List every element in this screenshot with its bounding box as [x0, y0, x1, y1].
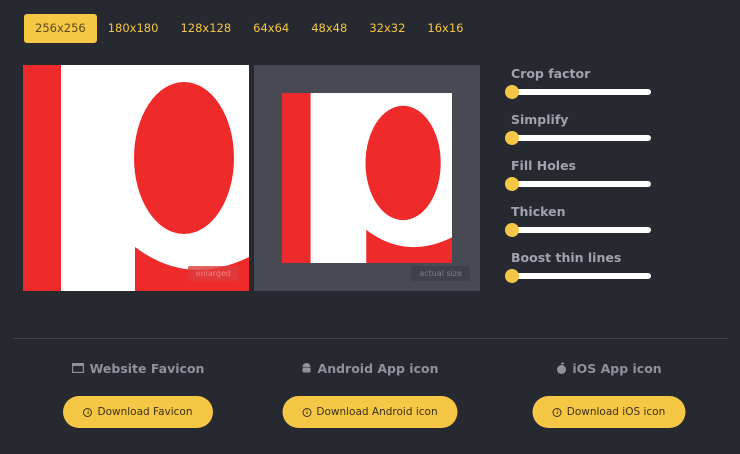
actual-size-label: actual size	[411, 266, 470, 281]
button-label: Download Favicon	[97, 406, 193, 418]
slider-label: Simplify	[511, 112, 569, 127]
slider-handle[interactable]	[505, 269, 519, 283]
download-icon: ↓	[83, 407, 93, 417]
button-label: Download Android icon	[316, 406, 438, 418]
slider-handle[interactable]	[505, 131, 519, 145]
download-android-button[interactable]: ↓ Download Android icon	[282, 396, 458, 428]
tab-48[interactable]: 48x48	[300, 14, 358, 43]
fill-holes-slider: Fill Holes	[505, 158, 651, 191]
download-icon: ↓	[302, 407, 312, 417]
browser-window-icon	[71, 363, 84, 373]
divider	[13, 338, 728, 339]
enlarged-preview: enlarged	[23, 65, 249, 291]
slider-label: Thicken	[511, 204, 566, 219]
section-title: iOS App icon	[572, 360, 662, 376]
tab-32[interactable]: 32x32	[358, 14, 416, 43]
tab-128[interactable]: 128x128	[169, 14, 242, 43]
favicon-section: Website Favicon ↓ Download Favicon	[63, 360, 213, 428]
actual-size-preview: actual size	[254, 65, 480, 291]
logo-image	[23, 65, 249, 291]
download-favicon-button[interactable]: ↓ Download Favicon	[63, 396, 213, 428]
tab-256[interactable]: 256x256	[24, 14, 97, 43]
download-ios-button[interactable]: ↓ Download iOS icon	[532, 396, 686, 428]
tab-64[interactable]: 64x64	[242, 14, 300, 43]
slider-label: Boost thin lines	[511, 250, 622, 265]
ios-section: iOS App icon ↓ Download iOS icon	[532, 360, 686, 428]
size-tabs: 256x256 180x180 128x128 64x64 48x48 32x3…	[24, 14, 474, 43]
android-section: Android App icon ↓ Download Android icon	[282, 360, 458, 428]
simplify-slider: Simplify	[505, 112, 651, 145]
boost-thin-lines-slider: Boost thin lines	[505, 250, 651, 283]
slider-track[interactable]	[505, 177, 651, 191]
slider-handle[interactable]	[505, 177, 519, 191]
tab-16[interactable]: 16x16	[416, 14, 474, 43]
thicken-slider: Thicken	[505, 204, 651, 237]
section-title: Website Favicon	[89, 360, 205, 376]
logo-image-small	[282, 93, 452, 263]
slider-track[interactable]	[505, 85, 651, 99]
enlarged-label: enlarged	[187, 266, 239, 281]
crop-factor-slider: Crop factor	[505, 66, 651, 99]
download-icon: ↓	[552, 407, 562, 417]
slider-handle[interactable]	[505, 223, 519, 237]
slider-track[interactable]	[505, 131, 651, 145]
slider-handle[interactable]	[505, 85, 519, 99]
slider-label: Fill Holes	[511, 158, 576, 173]
apple-icon	[556, 362, 566, 374]
tab-180[interactable]: 180x180	[97, 14, 170, 43]
button-label: Download iOS icon	[566, 406, 666, 418]
slider-label: Crop factor	[511, 66, 591, 81]
slider-track[interactable]	[505, 269, 651, 283]
android-icon	[302, 363, 311, 373]
slider-track[interactable]	[505, 223, 651, 237]
section-title: Android App icon	[317, 360, 439, 376]
